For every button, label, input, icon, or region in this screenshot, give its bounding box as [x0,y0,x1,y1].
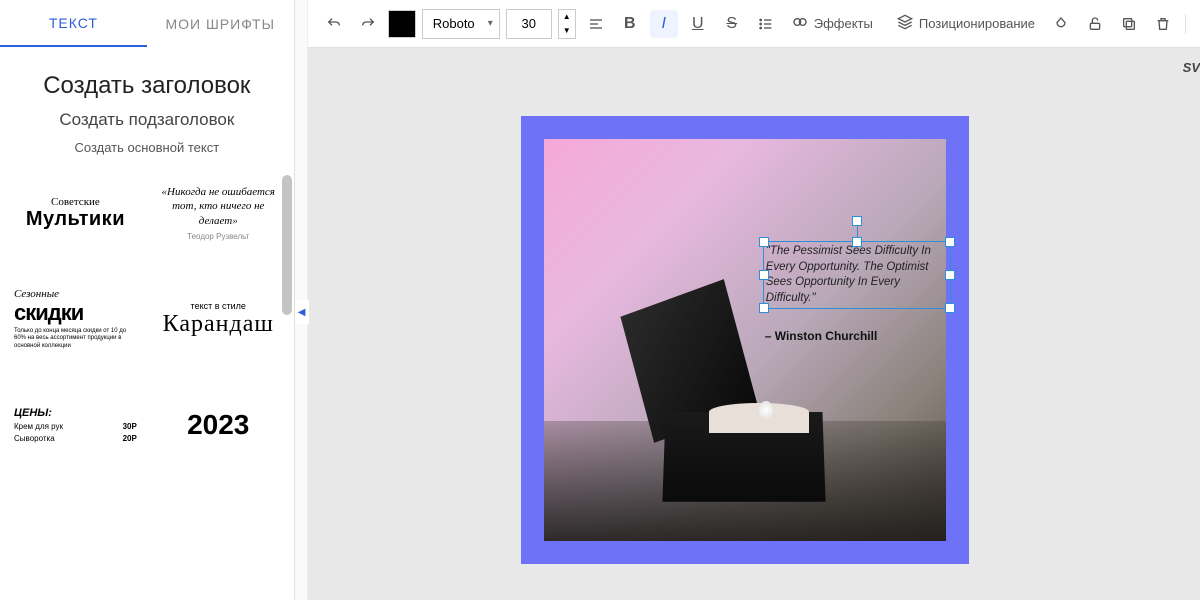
resize-handle-ml[interactable] [759,270,769,280]
template-card[interactable]: 2023 [153,385,284,465]
list-button[interactable] [752,10,780,38]
effects-icon [792,14,808,33]
resize-handle-tc[interactable] [852,237,862,247]
template-text: «Никогда не ошибается тот, кто ничего не… [157,185,280,228]
template-text: 20Р [123,434,137,443]
effects-label: Эффекты [814,16,873,31]
sidebar: ТЕКСТ МОИ ШРИФТЫ Создать заголовок Созда… [0,0,295,600]
design-canvas[interactable]: "The Pessimist Sees Difficulty In Every … [521,116,969,564]
template-text: Карандаш [157,311,280,338]
template-text: Советские [14,196,137,208]
positioning-label: Позиционирование [919,16,1035,31]
tab-my-fonts[interactable]: МОИ ШРИФТЫ [147,2,294,46]
template-text: Только до конца месяца скидки от 10 до 6… [14,328,137,350]
template-card[interactable]: текст в стиле Карандаш [153,279,284,359]
align-button[interactable] [582,10,610,38]
tab-text[interactable]: ТЕКСТ [0,1,147,47]
template-text: текст в стиле [157,301,280,311]
template-text: 30Р [123,422,137,431]
template-list[interactable]: Советские Мультики «Никогда не ошибается… [0,173,294,600]
sidebar-divider: ◀ [295,0,308,600]
redo-button[interactable] [354,10,382,38]
sidebar-tabs: ТЕКСТ МОИ ШРИФТЫ [0,0,294,48]
font-size-down[interactable]: ▼ [559,24,575,38]
collapse-sidebar-button[interactable]: ◀ [295,300,309,324]
resize-handle-tl[interactable] [759,237,769,247]
template-text: Мультики [14,208,137,231]
resize-handle-mr[interactable] [945,270,955,280]
delete-button[interactable] [1149,10,1177,38]
text-color-picker[interactable] [388,10,416,38]
strikethrough-button[interactable]: S [718,10,746,38]
font-size-spinner: ▲ ▼ [558,9,576,39]
template-card[interactable]: ЦЕНЫ: Крем для рук 30Р Сыворотка 20Р [10,385,141,465]
template-text: Сезонные [14,288,137,300]
resize-handle-bl[interactable] [759,303,769,313]
effects-button[interactable]: Эффекты [786,9,879,39]
rotate-connector [857,224,858,238]
template-text: Крем для рук [14,422,63,431]
scrollbar-thumb[interactable] [282,175,292,315]
font-family-select[interactable]: Roboto [422,9,500,39]
lock-button[interactable] [1081,10,1109,38]
template-text: скидки [14,300,137,326]
canvas-viewport[interactable]: "The Pessimist Sees Difficulty In Every … [308,48,1200,600]
template-card[interactable]: «Никогда не ошибается тот, кто ничего не… [153,173,284,253]
duplicate-button[interactable] [1115,10,1143,38]
template-text: 2023 [157,409,280,441]
underline-button[interactable]: U [684,10,712,38]
resize-handle-br[interactable] [945,303,955,313]
italic-button[interactable]: I [650,10,678,38]
quote-text[interactable]: "The Pessimist Sees Difficulty In Every … [764,242,950,308]
author-text[interactable]: – Winston Churchill [763,327,931,345]
create-heading-button[interactable]: Создать заголовок [0,72,294,100]
rotate-handle[interactable] [852,216,862,226]
toolbar: Roboto ▲ ▼ B I U S Эффекты Позиционирова… [308,0,1200,48]
template-text: Теодор Рузвельт [157,232,280,241]
layers-icon [897,14,913,33]
template-text: ЦЕНЫ: [14,407,137,419]
template-card[interactable]: Сезонные скидки Только до конца месяца с… [10,279,141,359]
font-size-input[interactable] [506,9,552,39]
transparency-button[interactable] [1047,10,1075,38]
positioning-button[interactable]: Позиционирование [891,9,1041,39]
resize-handle-tr[interactable] [945,237,955,247]
selected-text-element[interactable]: "The Pessimist Sees Difficulty In Every … [763,241,951,309]
create-body-button[interactable]: Создать основной текст [0,140,294,155]
text-presets: Создать заголовок Создать подзаголовок С… [0,48,294,173]
template-text: Сыворотка [14,434,55,443]
undo-button[interactable] [320,10,348,38]
bold-button[interactable]: B [616,10,644,38]
toolbar-separator [1185,14,1186,34]
font-size-up[interactable]: ▲ [559,10,575,24]
create-subheading-button[interactable]: Создать подзаголовок [0,110,294,130]
template-card[interactable]: Советские Мультики [10,173,141,253]
cropped-ui-text: SV [1183,60,1200,75]
main-area: Roboto ▲ ▼ B I U S Эффекты Позиционирова… [308,0,1200,600]
